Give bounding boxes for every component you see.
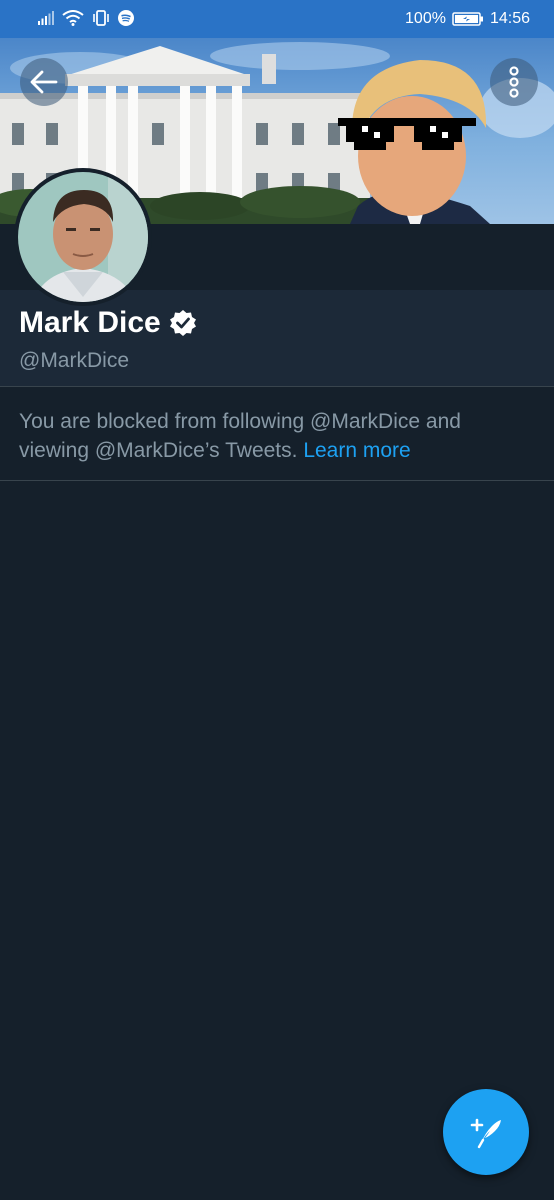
wifi-icon: [62, 10, 84, 26]
clock: 14:56: [489, 10, 530, 27]
compose-tweet-icon: [470, 1118, 501, 1149]
status-bar: 100% 14:56: [0, 0, 554, 38]
battery-percent: 100%: [405, 10, 446, 27]
profile-handle: @MarkDice: [19, 349, 129, 372]
blocked-notice: You are blocked from following @MarkDice…: [0, 387, 554, 481]
display-name: Mark Dice: [19, 306, 161, 339]
more-options-button[interactable]: [490, 58, 538, 106]
spotify-icon: [118, 10, 134, 26]
avatar-image: [18, 172, 148, 302]
compose-tweet-button[interactable]: [443, 1089, 529, 1175]
signal-icon: [38, 11, 54, 25]
blocked-text-block: You are blocked from following @MarkDice…: [19, 407, 519, 465]
battery-icon: [452, 12, 483, 26]
name-row: Mark Dice: [19, 304, 197, 342]
avatar[interactable]: [14, 168, 152, 306]
more-vertical-icon: [509, 66, 519, 98]
status-icons-left: [38, 10, 134, 26]
vibrate-icon: [93, 10, 109, 26]
status-icons-right: 100% 14:56: [405, 10, 530, 28]
arrow-left-icon: [30, 70, 58, 94]
back-button[interactable]: [20, 58, 68, 106]
profile-screen: 100% 14:56 Mark Dice @MarkDice You are b…: [0, 0, 554, 1200]
learn-more-link[interactable]: Learn more: [303, 439, 410, 462]
verified-badge-icon: [169, 310, 196, 336]
